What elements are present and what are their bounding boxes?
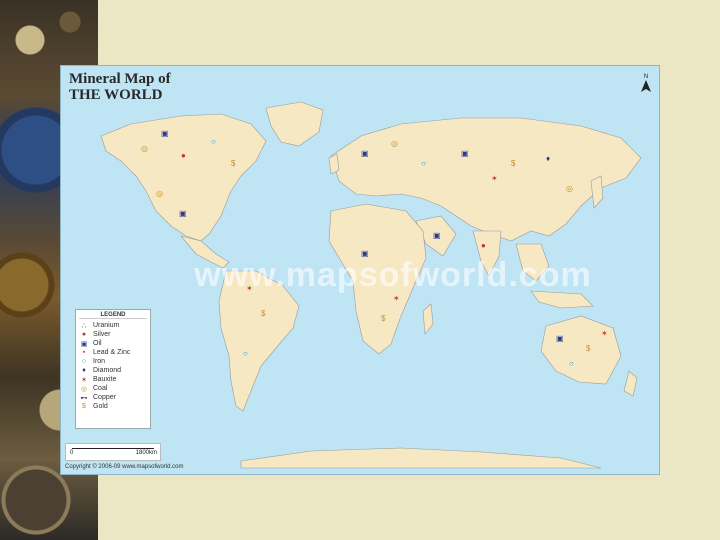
legend-label: Iron <box>93 358 106 365</box>
svg-text:▣: ▣ <box>556 334 564 343</box>
watermark: www.mapsofworld.com <box>194 256 592 294</box>
legend-item: ▣ Oil <box>79 339 147 348</box>
uranium-icon: ∴ <box>81 322 87 330</box>
svg-text:○: ○ <box>421 159 426 168</box>
legend-item: ◎ Coal <box>79 384 147 393</box>
coal-icon: ◎ <box>80 385 88 393</box>
map-title-line-2: THE WORLD <box>69 87 163 103</box>
svg-text:▣: ▣ <box>179 209 187 218</box>
svg-text:✶: ✶ <box>393 294 400 303</box>
svg-text:▣: ▣ <box>161 129 169 138</box>
legend-item: ∴ Uranium <box>79 321 147 330</box>
svg-text:○: ○ <box>211 137 216 146</box>
mineral-world-map: ◎ ▣ ● ○ $ ◎ ▣ ✶ $ ○ ▣ ◎ ○ ▣ ✶ $ ♦ ◎ ▣ ● … <box>60 65 660 475</box>
legend-label: Lead & Zinc <box>93 349 131 356</box>
legend-label: Uranium <box>93 322 120 329</box>
scale-bar: 0 1800km <box>65 443 161 461</box>
north-pointer-icon <box>641 80 651 92</box>
svg-text:◎: ◎ <box>141 144 148 153</box>
map-title-line-1: Mineral Map of <box>69 71 171 87</box>
legend-item: ● Silver <box>79 330 147 339</box>
copyright-notice: Copyright © 2006-09 www.mapsofworld.com <box>65 464 184 470</box>
svg-text:○: ○ <box>569 359 574 368</box>
legend-label: Copper <box>93 394 116 401</box>
svg-text:▣: ▣ <box>361 149 369 158</box>
legend-label: Gold <box>93 403 108 410</box>
svg-text:○: ○ <box>243 349 248 358</box>
gold-icon: $ <box>82 403 86 410</box>
oil-icon: ▣ <box>80 340 88 348</box>
legend-item: $ Gold <box>79 402 147 411</box>
svg-text:♦: ♦ <box>546 154 550 163</box>
scale-distance-label: 1800km <box>135 450 157 456</box>
copper-icon: ⊷ <box>80 394 88 402</box>
legend-label: Coal <box>93 385 108 392</box>
svg-text:$: $ <box>231 159 236 168</box>
legend-item: ○ Iron <box>79 357 147 366</box>
svg-text:▣: ▣ <box>461 149 469 158</box>
legend-item: ▪ Lead & Zinc <box>79 348 147 357</box>
svg-text:◎: ◎ <box>391 139 398 148</box>
map-legend: LEGEND ∴ Uranium ● Silver ▣ Oil ▪ Lead &… <box>75 309 151 429</box>
scale-line <box>72 448 154 449</box>
legend-item: ✶ Bauxite <box>79 375 147 384</box>
svg-text:◎: ◎ <box>156 189 163 198</box>
legend-label: Diamond <box>93 367 122 374</box>
svg-text:✶: ✶ <box>601 329 608 338</box>
svg-text:$: $ <box>511 159 516 168</box>
iron-icon: ○ <box>81 358 87 365</box>
legend-label: Silver <box>93 331 111 338</box>
map-title: Mineral Map of THE WORLD <box>69 71 171 103</box>
svg-text:●: ● <box>181 151 186 160</box>
legend-title: LEGEND <box>79 312 147 319</box>
svg-text:▣: ▣ <box>433 231 441 240</box>
legend-label: Oil <box>93 340 102 347</box>
svg-text:✶: ✶ <box>491 174 498 183</box>
north-arrow-icon: N <box>639 74 653 94</box>
legend-item: ⊷ Copper <box>79 393 147 402</box>
legend-item: ♦ Diamond <box>79 366 147 375</box>
svg-text:$: $ <box>261 309 266 318</box>
svg-text:$: $ <box>381 314 386 323</box>
svg-text:$: $ <box>586 344 591 353</box>
scale-zero-label: 0 <box>70 450 74 456</box>
silver-icon: ● <box>81 331 87 338</box>
diamond-icon: ♦ <box>82 367 86 374</box>
lead-zinc-icon: ▪ <box>82 349 86 356</box>
svg-text:◎: ◎ <box>566 184 573 193</box>
bauxite-icon: ✶ <box>81 376 87 384</box>
legend-label: Bauxite <box>93 376 117 383</box>
svg-text:●: ● <box>481 241 486 250</box>
